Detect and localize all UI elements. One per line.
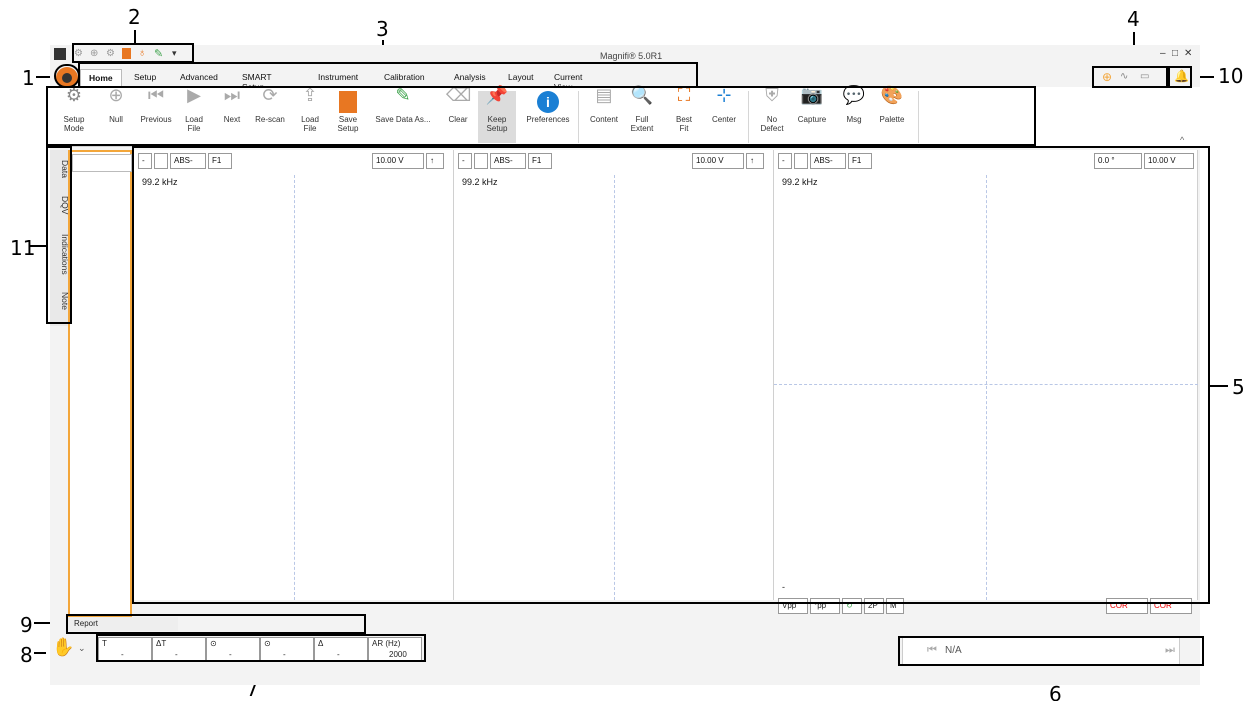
restore-button[interactable]: □ bbox=[1172, 48, 1178, 59]
callout-8: 8 bbox=[20, 643, 33, 667]
highlight-bell bbox=[1168, 66, 1192, 88]
hand-icon[interactable]: ✋ bbox=[52, 637, 74, 658]
callout-4: 4 bbox=[1127, 7, 1140, 31]
callout-3: 3 bbox=[376, 17, 389, 41]
callout-10: 10 bbox=[1218, 64, 1244, 88]
highlight-panels bbox=[132, 146, 1210, 604]
app-logo-icon bbox=[54, 48, 66, 60]
highlight-status-icons bbox=[1092, 66, 1168, 88]
minimize-button[interactable]: – bbox=[1160, 48, 1166, 59]
callout-5: 5 bbox=[1232, 375, 1245, 399]
highlight-report bbox=[66, 614, 366, 634]
highlight-app-button bbox=[54, 64, 80, 88]
highlight-nav-status bbox=[898, 636, 1204, 666]
chevron-down-icon[interactable]: ⌄ bbox=[78, 643, 86, 654]
data-panel[interactable] bbox=[68, 150, 132, 618]
collapse-ribbon-icon[interactable]: ^ bbox=[1180, 135, 1184, 145]
highlight-ribbon-tabs bbox=[78, 62, 698, 88]
data-header-cell bbox=[72, 154, 132, 172]
callout-9: 9 bbox=[20, 613, 33, 637]
highlight-ribbon bbox=[46, 86, 1036, 146]
callout-11: 11 bbox=[10, 236, 36, 260]
callout-2: 2 bbox=[128, 5, 141, 29]
window-title: Magnifi® 5.0R1 bbox=[600, 51, 663, 61]
close-button[interactable]: ✕ bbox=[1184, 48, 1192, 59]
callout-1: 1 bbox=[22, 66, 35, 90]
highlight-status-cells bbox=[96, 634, 426, 662]
highlight-side-tabs bbox=[46, 146, 72, 324]
highlight-quick-access bbox=[72, 43, 194, 63]
